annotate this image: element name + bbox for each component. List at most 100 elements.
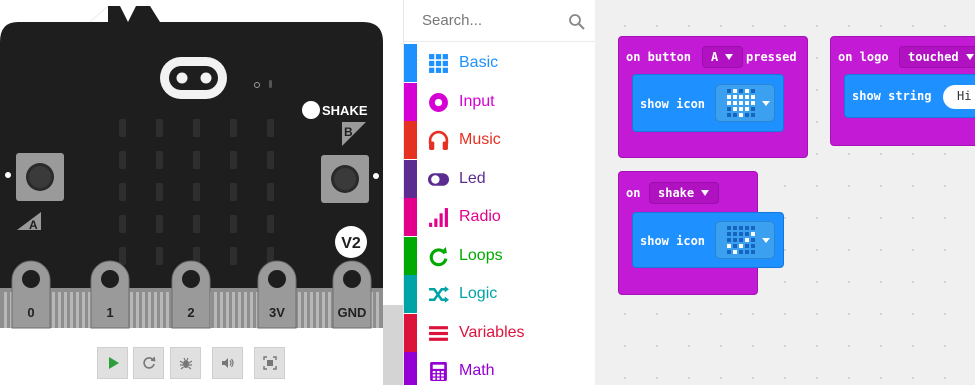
button-select-dropdown[interactable]: A xyxy=(702,46,744,68)
led-cell xyxy=(119,183,126,201)
search-box xyxy=(404,0,596,42)
category-music[interactable]: Music xyxy=(404,121,596,159)
pin-label: 2 xyxy=(187,305,194,320)
pin-gnd[interactable]: GND xyxy=(332,260,372,329)
button-select-value: A xyxy=(711,50,719,64)
category-color-bar xyxy=(404,236,417,275)
led-cell xyxy=(267,183,274,201)
icon-picker-yes[interactable] xyxy=(715,221,775,259)
category-led[interactable]: Led xyxy=(404,159,596,198)
led-cell xyxy=(230,119,237,137)
play-button[interactable] xyxy=(97,347,128,379)
pin-label: 3V xyxy=(269,305,285,320)
simulator-panel: SHAKE B A V2 0 1 2 3V GND xyxy=(0,0,403,385)
pin-1[interactable]: 1 xyxy=(90,260,130,329)
headphones-icon xyxy=(428,130,449,151)
restart-button[interactable] xyxy=(133,347,164,379)
restart-icon xyxy=(142,356,155,369)
led-cell xyxy=(119,119,126,137)
on-button-suffix: pressed xyxy=(746,50,797,64)
led-cell xyxy=(230,183,237,201)
category-label: Variables xyxy=(459,323,525,341)
mute-icon xyxy=(221,358,234,368)
category-label: Math xyxy=(459,362,495,379)
category-math[interactable]: Math xyxy=(404,352,596,385)
on-shake-block[interactable]: on shake show icon xyxy=(618,171,784,295)
show-icon-label: show icon xyxy=(640,97,706,111)
show-icon-block[interactable]: show icon xyxy=(632,212,784,268)
chevron-down-icon xyxy=(965,54,974,60)
gesture-value: shake xyxy=(658,186,695,200)
category-logic[interactable]: Logic xyxy=(404,275,596,313)
heart-icon xyxy=(727,89,770,117)
search-icon[interactable] xyxy=(568,13,586,31)
category-color-bar xyxy=(404,159,417,198)
led-cell xyxy=(230,215,237,233)
led-cell xyxy=(119,151,126,169)
led-cell xyxy=(267,215,274,233)
category-color-bar xyxy=(404,82,417,121)
show-string-label: show string xyxy=(852,89,932,103)
category-label: Music xyxy=(459,131,501,148)
category-label: Led xyxy=(459,169,486,187)
fullscreen-icon xyxy=(262,356,277,370)
svg-text:B: B xyxy=(344,125,353,139)
category-color-bar xyxy=(404,44,417,82)
chevron-down-icon xyxy=(725,54,734,60)
debug-button[interactable] xyxy=(170,347,201,379)
search-input[interactable] xyxy=(422,12,562,29)
category-label: Logic xyxy=(459,285,498,302)
pin-2[interactable]: 2 xyxy=(171,260,211,329)
calculator-icon xyxy=(428,361,449,382)
shuffle-icon xyxy=(428,284,449,305)
mute-button[interactable] xyxy=(212,347,243,379)
signal-bars-icon xyxy=(428,207,449,228)
on-shake-prefix: on xyxy=(626,186,641,200)
on-logo-touched-block[interactable]: on logo touched show string Hi xyxy=(830,36,975,146)
svg-text:A: A xyxy=(29,218,38,232)
string-input[interactable]: Hi xyxy=(943,85,975,109)
logo-event-value: touched xyxy=(908,50,959,64)
list-icon xyxy=(428,323,449,344)
debug-icon xyxy=(179,357,192,370)
show-string-block[interactable]: show string Hi xyxy=(844,74,975,118)
logo-touch-icon[interactable] xyxy=(160,57,227,99)
pin-label: 1 xyxy=(106,305,113,320)
svg-text:V2: V2 xyxy=(341,235,361,252)
show-icon-block[interactable]: show icon xyxy=(632,74,784,132)
led-cell xyxy=(156,183,163,201)
chevron-down-icon xyxy=(701,190,710,196)
icon-picker-heart[interactable] xyxy=(715,84,775,122)
category-label: Loops xyxy=(459,246,503,264)
category-color-bar xyxy=(404,198,417,236)
category-input[interactable]: Input xyxy=(404,82,596,121)
category-radio[interactable]: Radio xyxy=(404,198,596,236)
microbit-board[interactable]: SHAKE B A V2 0 1 2 3V GND xyxy=(0,0,403,340)
led-cell xyxy=(156,247,163,265)
category-color-bar xyxy=(404,275,417,313)
led-cell xyxy=(193,215,200,233)
pin-3v[interactable]: 3V xyxy=(257,260,297,329)
logo-event-dropdown[interactable]: touched xyxy=(899,46,975,68)
pin-label: 0 xyxy=(27,305,34,320)
on-button-prefix: on button xyxy=(626,50,692,64)
led-cell xyxy=(230,151,237,169)
category-label: Radio xyxy=(459,208,501,225)
fullscreen-button[interactable] xyxy=(254,347,285,379)
on-button-pressed-block[interactable]: on button A pressed show icon xyxy=(618,36,808,158)
pin-0[interactable]: 0 xyxy=(11,260,51,329)
shake-button[interactable]: SHAKE xyxy=(302,101,368,119)
category-basic[interactable]: Basic xyxy=(404,44,596,82)
grid-icon xyxy=(428,53,449,74)
target-icon xyxy=(428,92,449,113)
gesture-dropdown[interactable]: shake xyxy=(649,182,720,204)
led-cell xyxy=(156,151,163,169)
category-variables[interactable]: Variables xyxy=(404,313,596,352)
category-label: Input xyxy=(459,92,495,110)
led-cell xyxy=(193,183,200,201)
loop-arrow-icon xyxy=(428,246,449,267)
on-logo-prefix: on logo xyxy=(838,50,889,64)
blocks-workspace[interactable]: on button A pressed show icon on logo to… xyxy=(595,0,975,385)
category-loops[interactable]: Loops xyxy=(404,236,596,275)
led-cell xyxy=(156,119,163,137)
